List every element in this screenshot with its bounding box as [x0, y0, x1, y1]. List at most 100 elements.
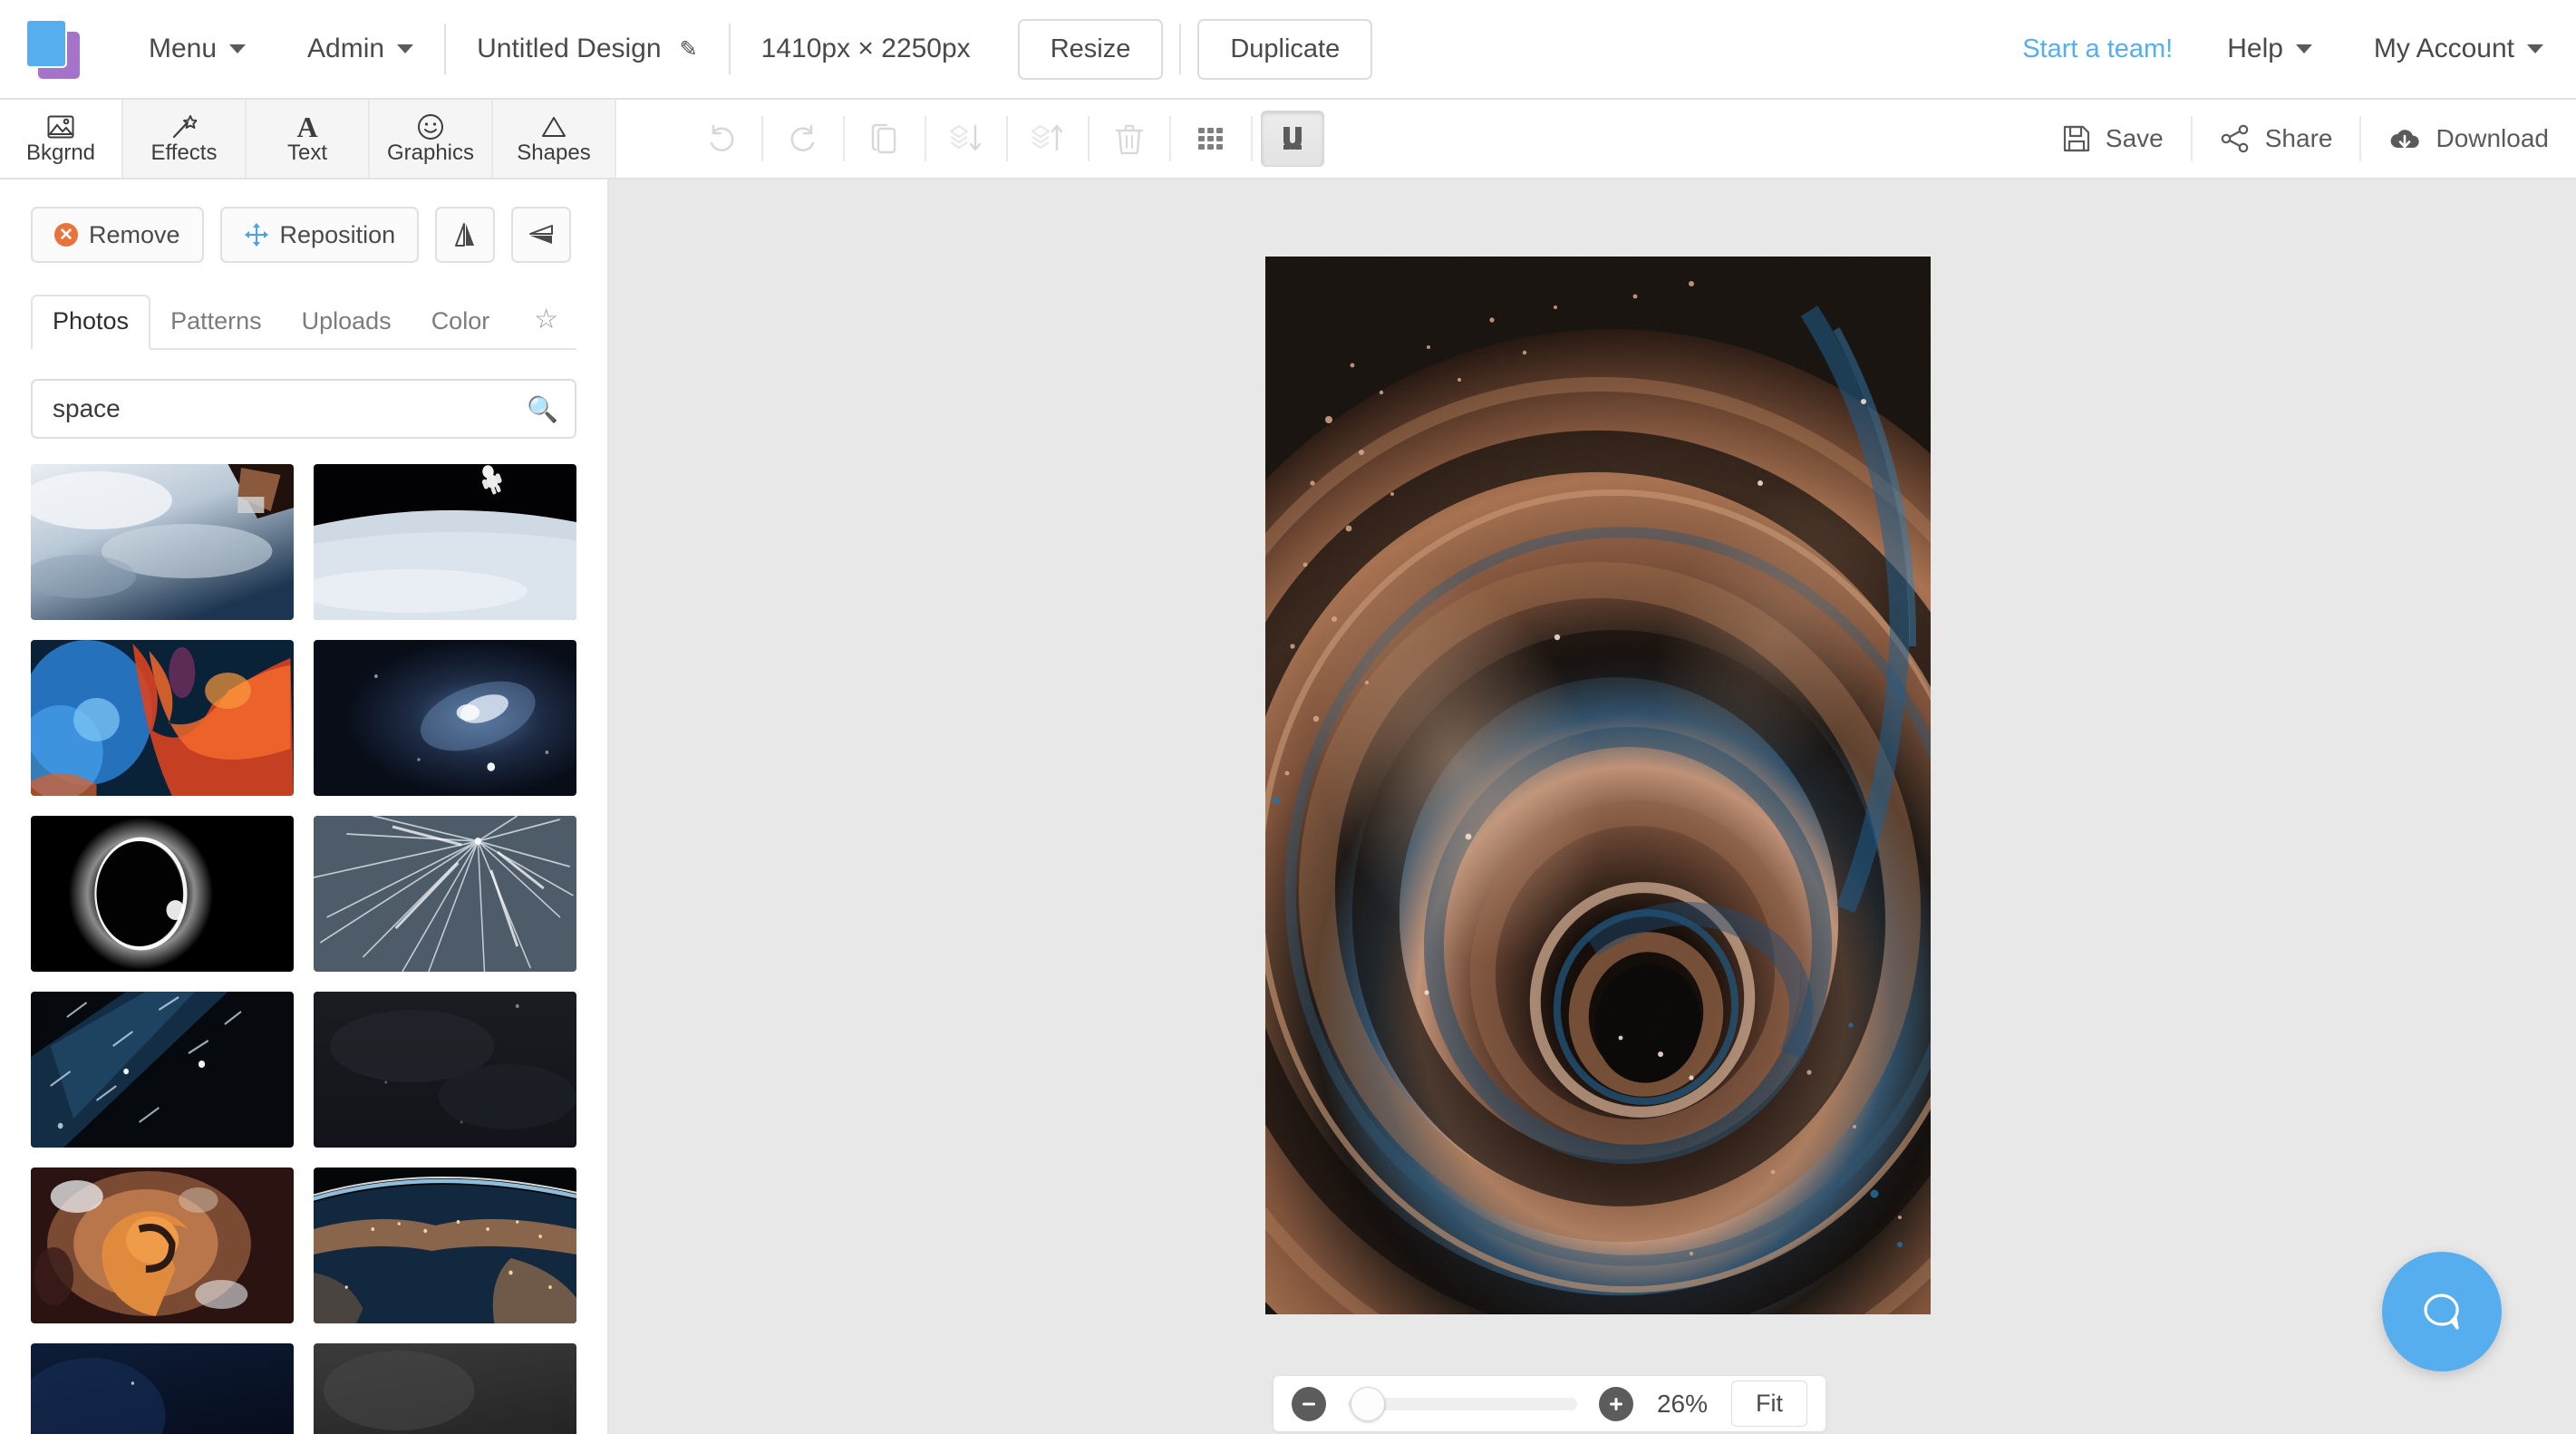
photo-results-grid — [0, 439, 607, 1434]
canvas-workspace[interactable]: The Business of Art by Clifton E. Reid 2… — [609, 179, 2576, 1434]
start-a-team-link[interactable]: Start a team! — [1999, 34, 2196, 64]
thumbnail-red-blue-nebula[interactable] — [31, 640, 294, 796]
magnet-snap-icon[interactable] — [1261, 111, 1324, 167]
thumbnail-astronaut-spacewalk[interactable] — [314, 464, 576, 620]
image-icon — [47, 113, 74, 140]
zoom-percentage: 26% — [1656, 1389, 1709, 1418]
zoom-slider-track[interactable] — [1348, 1386, 1577, 1421]
smiley-icon — [417, 113, 444, 140]
zoom-slider-knob[interactable] — [1351, 1386, 1385, 1421]
tool-tab-label: Effects — [150, 140, 218, 165]
flip-horizontal-icon — [455, 223, 475, 247]
tool-tab-label: Bkgrnd — [25, 140, 96, 165]
menu-dropdown[interactable]: Menu — [118, 0, 276, 99]
chevron-down-icon — [2295, 44, 2312, 53]
search-input[interactable] — [53, 394, 528, 423]
tab-patterns[interactable]: Patterns — [150, 296, 282, 348]
remove-label: Remove — [89, 220, 180, 248]
thumbnail-blue-star-streaks[interactable] — [31, 992, 294, 1148]
help-dropdown[interactable]: Help — [2196, 0, 2343, 99]
tool-tab-bkgrnd[interactable]: Bkgrnd — [0, 100, 123, 178]
design-title[interactable]: Untitled Design ✎ — [446, 0, 729, 99]
save-label: Save — [2105, 124, 2164, 152]
tool-tab-label: Shapes — [517, 140, 591, 165]
star-icon[interactable]: ☆ — [534, 304, 576, 348]
duplicate-button[interactable]: Duplicate — [1197, 18, 1373, 80]
canvas-background-image — [1265, 257, 1931, 1314]
pencil-icon[interactable]: ✎ — [680, 36, 698, 63]
zoom-fit-button[interactable]: Fit — [1731, 1381, 1807, 1427]
reposition-button[interactable]: Reposition — [219, 207, 420, 263]
move-arrows-icon — [244, 223, 268, 247]
background-actions: ✕ Remove Reposition — [0, 179, 607, 263]
share-button[interactable]: Share — [2193, 100, 2360, 178]
help-chat-button[interactable] — [2382, 1252, 2502, 1371]
chevron-down-icon — [2527, 44, 2543, 53]
share-label: Share — [2264, 124, 2333, 152]
my-account-dropdown[interactable]: My Account — [2343, 0, 2576, 99]
asset-source-tabs: Photos Patterns Uploads Color ☆ — [31, 294, 576, 350]
redo-icon[interactable] — [763, 100, 843, 178]
app-logo[interactable] — [25, 19, 82, 79]
divider — [1251, 116, 1253, 161]
thumbnail-blue-galaxy-cluster[interactable] — [314, 640, 576, 796]
tool-tab-label: Graphics — [386, 140, 475, 165]
triangle-icon — [540, 113, 567, 140]
top-bar: Menu Admin Untitled Design ✎ 1410px × 22… — [0, 0, 2576, 100]
thumbnail-earth-from-orbit-clouds[interactable] — [31, 464, 294, 620]
chat-bubble-icon — [2424, 1294, 2459, 1330]
grid-icon[interactable] — [1171, 100, 1251, 178]
tool-tab-graphics[interactable]: Graphics — [370, 100, 493, 178]
thumbnail-dark-night-sky[interactable] — [314, 992, 576, 1148]
thumbnail-orange-paint-swirl[interactable] — [31, 1168, 294, 1323]
design-title-text: Untitled Design — [477, 34, 662, 63]
chevron-down-icon — [397, 44, 414, 53]
zoom-out-button[interactable] — [1292, 1386, 1326, 1421]
tab-photos[interactable]: Photos — [31, 295, 151, 350]
chevron-down-icon — [229, 44, 247, 53]
letter-a-icon: A — [296, 111, 318, 143]
download-label: Download — [2436, 124, 2549, 152]
flip-vertical-icon — [529, 225, 554, 244]
zoom-in-button[interactable] — [1599, 1386, 1633, 1421]
remove-button[interactable]: ✕ Remove — [31, 207, 204, 263]
magic-wand-icon — [171, 113, 197, 140]
tab-color[interactable]: Color — [412, 296, 510, 348]
left-sidebar-panel: ✕ Remove Reposition Photos Patterns Uplo… — [0, 179, 609, 1434]
admin-dropdown[interactable]: Admin — [276, 0, 444, 99]
tool-tab-label: Text — [286, 140, 327, 165]
canvas-dimensions: 1410px × 2250px — [760, 34, 971, 63]
download-button[interactable]: Download — [2361, 100, 2576, 178]
resize-button[interactable]: Resize — [1017, 18, 1164, 80]
save-button[interactable]: Save — [2035, 100, 2191, 178]
flip-vertical-button[interactable] — [511, 207, 572, 263]
thumbnail-earth-city-lights-night[interactable] — [314, 1168, 576, 1323]
remove-x-icon: ✕ — [54, 223, 78, 247]
tool-tab-text[interactable]: A Text — [247, 100, 370, 178]
help-label: Help — [2227, 34, 2283, 63]
undo-icon[interactable] — [682, 100, 761, 178]
flip-horizontal-button[interactable] — [435, 207, 496, 263]
tool-tab-shapes[interactable]: Shapes — [493, 100, 616, 178]
thumbnail-starburst-light-trails[interactable] — [314, 816, 576, 972]
my-account-label: My Account — [2373, 34, 2514, 63]
thumbnail-deep-blue-starfield[interactable] — [31, 1343, 294, 1434]
thumbnail-dark-grey-texture[interactable] — [314, 1343, 576, 1434]
delete-icon[interactable] — [1089, 100, 1169, 178]
zoom-controls: 26% Fit — [1273, 1375, 1826, 1432]
design-canvas[interactable]: The Business of Art by Clifton E. Reid — [1265, 257, 1931, 1314]
thumbnail-solar-eclipse-corona[interactable] — [31, 816, 294, 972]
divider — [1179, 24, 1182, 74]
save-icon — [2063, 125, 2090, 152]
editor-toolbar: Bkgrnd Effects A Text Graphics Shapes Sa… — [0, 100, 2576, 179]
search-icon[interactable]: 🔍 — [527, 394, 558, 424]
reposition-label: Reposition — [279, 220, 396, 248]
photo-search-box[interactable]: 🔍 — [31, 379, 576, 439]
bring-forward-icon[interactable] — [1008, 100, 1088, 178]
tool-tab-effects[interactable]: Effects — [123, 100, 247, 178]
send-backward-icon[interactable] — [926, 100, 1006, 178]
tab-uploads[interactable]: Uploads — [282, 296, 412, 348]
duplicate-icon[interactable] — [845, 100, 925, 178]
